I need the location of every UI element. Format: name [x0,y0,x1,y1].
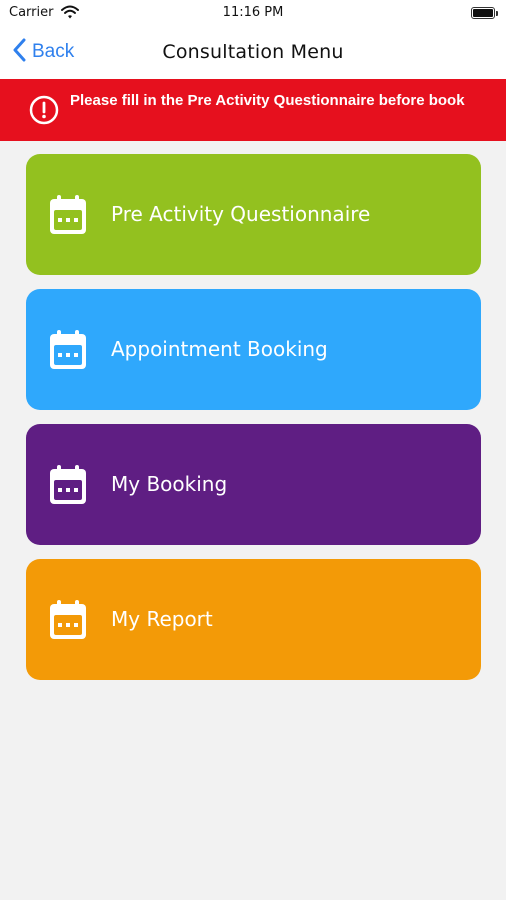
my-report-button[interactable]: My Report [26,559,481,680]
battery-icon [471,7,498,19]
pre-activity-questionnaire-button[interactable]: Pre Activity Questionnaire [26,154,481,275]
page-title: Consultation Menu [162,41,344,63]
my-booking-button[interactable]: My Booking [26,424,481,545]
calendar-icon [48,329,88,376]
my-booking-label: My Booking [111,472,228,496]
my-report-label: My Report [111,607,213,631]
status-time: 11:16 PM [222,5,284,20]
calendar-icon [48,194,88,241]
navigation-bar: Back Consultation Menu [0,26,506,79]
alert-banner: Please fill in the Pre Activity Question… [0,79,506,141]
calendar-icon [48,464,88,511]
exclamation-circle-icon [29,95,59,130]
appointment-booking-label: Appointment Booking [111,337,328,361]
alert-message: Please fill in the Pre Activity Question… [70,92,465,109]
appointment-booking-button[interactable]: Appointment Booking [26,289,481,410]
calendar-icon [48,599,88,646]
status-bar: Carrier 11:16 PM [0,0,506,26]
pre-activity-questionnaire-label: Pre Activity Questionnaire [111,202,371,226]
consultation-menu: Pre Activity Questionnaire Appointment B… [26,154,481,694]
